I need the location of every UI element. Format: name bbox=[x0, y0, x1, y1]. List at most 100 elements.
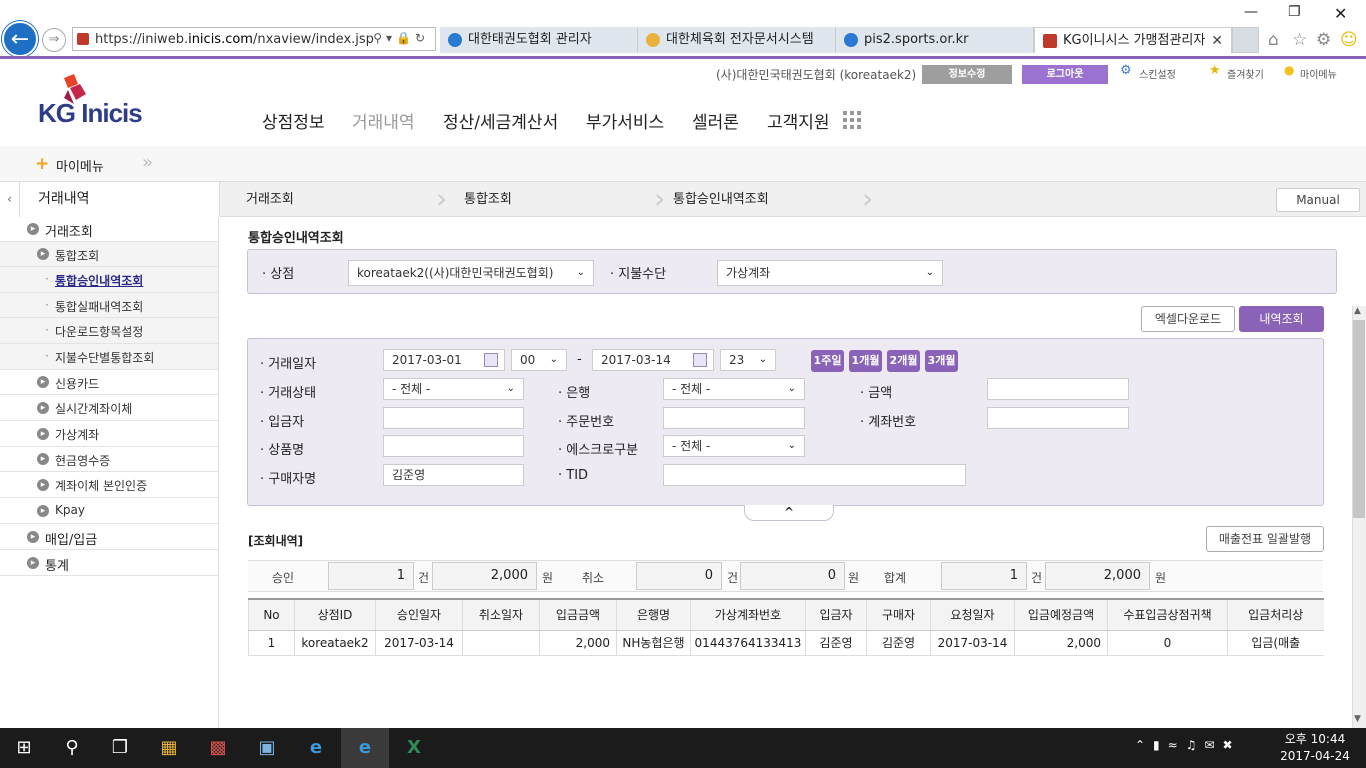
col-header[interactable]: 입금예정금액 bbox=[1014, 598, 1108, 631]
quick-1month-button[interactable]: 1개월 bbox=[849, 350, 882, 372]
collapse-sidebar-icon[interactable]: ‹ bbox=[0, 182, 20, 217]
nav-settlement[interactable]: 정산/세금계산서 bbox=[443, 108, 558, 133]
double-chevron-right-icon[interactable]: » bbox=[142, 152, 153, 173]
depositor-input[interactable] bbox=[383, 407, 524, 429]
col-header[interactable]: 입금처리상 bbox=[1227, 598, 1324, 631]
plus-icon[interactable]: + bbox=[35, 154, 49, 174]
star-icon[interactable]: ☆ bbox=[1292, 30, 1307, 50]
excel-download-button[interactable]: 엑셀다운로드 bbox=[1141, 306, 1235, 332]
breadcrumb-item[interactable]: 통합조회 bbox=[464, 182, 512, 217]
nav-seller-loan[interactable]: 셀러론 bbox=[692, 108, 739, 133]
quick-2month-button[interactable]: 2개월 bbox=[887, 350, 920, 372]
favorites-link[interactable]: 즐겨찾기 bbox=[1227, 66, 1264, 81]
close-tab-icon[interactable]: ✕ bbox=[1211, 28, 1223, 53]
breadcrumb-item[interactable]: 통합승인내역조회 bbox=[673, 182, 769, 217]
nav-store-info[interactable]: 상점정보 bbox=[262, 108, 325, 133]
nav-transactions[interactable]: 거래내역 bbox=[352, 108, 415, 133]
manual-button[interactable]: Manual bbox=[1276, 188, 1360, 212]
restore-icon[interactable]: ❐ bbox=[1288, 4, 1301, 20]
scrollbar-thumb[interactable] bbox=[1353, 320, 1365, 518]
clock[interactable]: 오후 10:44 2017-04-24 bbox=[1278, 731, 1352, 765]
tab-2[interactable]: 대한체육회 전자문서시스템 bbox=[638, 27, 836, 53]
bank-select[interactable]: - 전체 - ⌄ bbox=[663, 378, 805, 400]
sidebar-item-statistics[interactable]: ▸ 통계 bbox=[0, 550, 218, 576]
new-tab-button[interactable] bbox=[1232, 27, 1259, 53]
sidebar-item-approval[interactable]: · 통합승인내역조회 bbox=[0, 267, 218, 293]
sidebar-item-download-settings[interactable]: · 다운로드항목설정 bbox=[0, 318, 218, 344]
breadcrumb-item[interactable]: 거래조회 bbox=[246, 182, 294, 217]
sidebar-item-cash-receipt[interactable]: ▸ 현금영수증 bbox=[0, 447, 218, 472]
tab-1[interactable]: 대한태권도협회 관리자 bbox=[440, 27, 638, 53]
minimize-icon[interactable]: — bbox=[1244, 4, 1258, 20]
smiley-icon[interactable]: ☺ bbox=[1340, 30, 1358, 50]
date-from-input[interactable]: 2017-03-01 bbox=[383, 349, 505, 371]
nav-addon-services[interactable]: 부가서비스 bbox=[586, 108, 664, 133]
col-header[interactable]: 승인일자 bbox=[375, 598, 463, 631]
ie-icon[interactable]: e bbox=[292, 728, 340, 768]
col-header[interactable]: 구매자 bbox=[866, 598, 931, 631]
ie-active-icon[interactable]: e bbox=[341, 728, 389, 768]
order-number-input[interactable] bbox=[663, 407, 805, 429]
escrow-select[interactable]: - 전체 - ⌄ bbox=[663, 435, 805, 457]
calendar-icon[interactable] bbox=[484, 353, 498, 367]
account-number-input[interactable] bbox=[987, 407, 1129, 429]
sidebar-item-virtual-account[interactable]: ▸ 가상계좌 bbox=[0, 421, 218, 447]
edit-info-button[interactable]: 정보수정 bbox=[922, 65, 1012, 84]
scroll-up-icon[interactable]: ▲ bbox=[1354, 306, 1361, 316]
home-icon[interactable]: ⌂ bbox=[1268, 30, 1279, 50]
col-header[interactable]: No bbox=[248, 598, 295, 631]
tab-3[interactable]: pis2.sports.or.kr bbox=[836, 27, 1034, 53]
back-button[interactable]: ← bbox=[2, 21, 38, 57]
quick-1week-button[interactable]: 1주일 bbox=[811, 350, 844, 372]
store-select[interactable]: koreataek2((사)대한민국태권도협회) ⌄ bbox=[348, 260, 594, 286]
sidebar-item-realtime-transfer[interactable]: ▸ 실시간계좌이체 bbox=[0, 395, 218, 421]
mymenu-label[interactable]: 마이메뉴 bbox=[56, 156, 104, 175]
product-name-input[interactable] bbox=[383, 435, 524, 457]
hour-to-select[interactable]: 23 ⌄ bbox=[720, 349, 776, 371]
mymenu-link[interactable]: 마이메뉴 bbox=[1300, 66, 1337, 81]
tab-4-active[interactable]: KG이니시스 가맹점관리자 ✕ bbox=[1034, 27, 1232, 53]
search-icon[interactable]: ⚲ bbox=[48, 728, 96, 768]
close-window-icon[interactable]: ✕ bbox=[1334, 4, 1347, 23]
logout-button[interactable]: 로그아웃 bbox=[1022, 65, 1108, 84]
file-explorer-icon[interactable]: ▦ bbox=[145, 728, 193, 768]
kg-inicis-logo[interactable]: KG Inicis bbox=[38, 74, 148, 130]
tid-input[interactable] bbox=[663, 464, 966, 486]
date-to-input[interactable]: 2017-03-14 bbox=[592, 349, 714, 371]
collapse-search-button[interactable]: ^ bbox=[744, 505, 834, 521]
address-bar[interactable]: https://iniweb.inicis.com/nxaview/index.… bbox=[72, 27, 436, 51]
col-header[interactable]: 취소일자 bbox=[462, 598, 540, 631]
start-icon[interactable]: ⊞ bbox=[0, 728, 48, 768]
quick-3month-button[interactable]: 3개월 bbox=[925, 350, 958, 372]
sidebar-item-transfer-auth[interactable]: ▸ 계좌이체 본인인증 bbox=[0, 472, 218, 498]
skin-settings-link[interactable]: 스킨설정 bbox=[1139, 66, 1176, 81]
hangul-icon[interactable]: ▣ bbox=[243, 728, 291, 768]
nav-support[interactable]: 고객지원 bbox=[767, 108, 830, 133]
sidebar-item-credit-card[interactable]: ▸ 신용카드 bbox=[0, 370, 218, 395]
calendar-icon[interactable] bbox=[693, 353, 707, 367]
status-select[interactable]: - 전체 - ⌄ bbox=[383, 378, 524, 400]
sidebar-item-transaction-search[interactable]: ▸ 거래조회 bbox=[0, 217, 218, 242]
col-header[interactable]: 가상계좌번호 bbox=[690, 598, 806, 631]
excel-icon[interactable]: X bbox=[390, 728, 438, 768]
col-header[interactable]: 요청일자 bbox=[930, 598, 1015, 631]
app-icon[interactable]: ▩ bbox=[194, 728, 242, 768]
search-history-button[interactable]: 내역조회 bbox=[1239, 306, 1324, 332]
table-row[interactable]: 1 koreataek2 2017-03-14 2,000 NH농협은행 014… bbox=[248, 630, 1324, 656]
amount-input[interactable] bbox=[987, 378, 1129, 400]
address-controls-icon[interactable]: ⚲▾🔒↻ bbox=[373, 31, 429, 45]
col-header[interactable]: 입금자 bbox=[805, 598, 867, 631]
col-header[interactable]: 수표입금상점귀책 bbox=[1107, 598, 1228, 631]
sidebar-item-by-payment[interactable]: · 지불수단별통합조회 bbox=[0, 344, 218, 370]
bulk-receipt-button[interactable]: 매출전표 일괄발행 bbox=[1206, 526, 1324, 552]
col-header[interactable]: 입금금액 bbox=[539, 598, 617, 631]
sidebar-item-kpay[interactable]: ▸ Kpay bbox=[0, 498, 218, 524]
buyer-name-input[interactable]: 김준영 bbox=[383, 464, 524, 486]
payment-method-select[interactable]: 가상계좌 ⌄ bbox=[717, 260, 943, 286]
gear-icon[interactable]: ⚙ bbox=[1316, 30, 1331, 50]
all-menu-grid-icon[interactable] bbox=[843, 111, 861, 129]
task-view-icon[interactable]: ❐ bbox=[96, 728, 144, 768]
col-header[interactable]: 상점ID bbox=[294, 598, 376, 631]
hour-from-select[interactable]: 00 ⌄ bbox=[511, 349, 567, 371]
sidebar-item-purchase-deposit[interactable]: ▸ 매입/입금 bbox=[0, 524, 218, 550]
